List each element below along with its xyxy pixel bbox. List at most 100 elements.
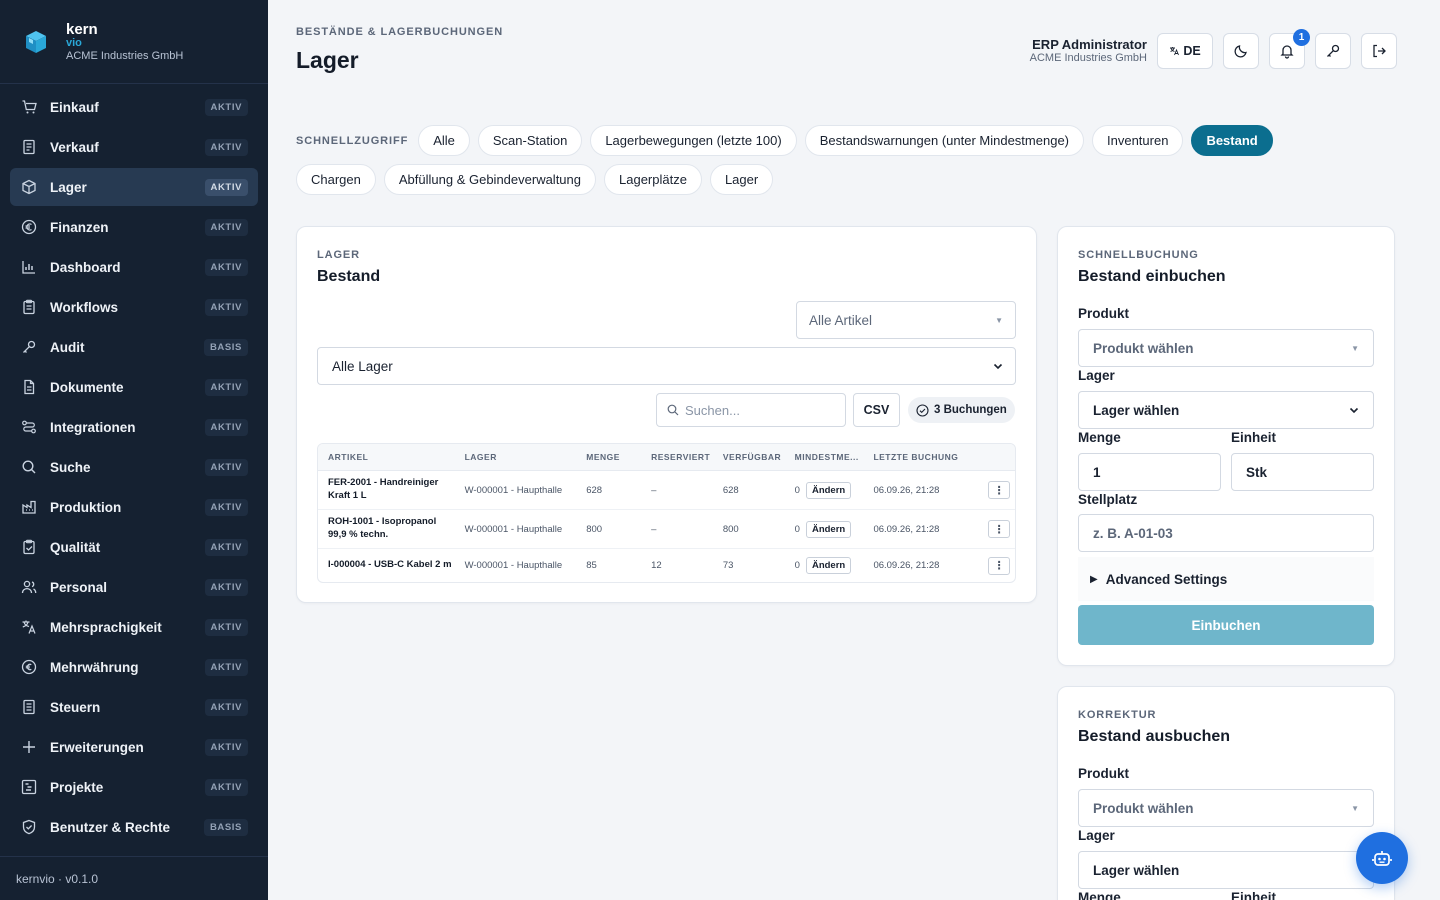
- warehouse-select[interactable]: Lager wählen: [1078, 391, 1374, 429]
- sidebar-item-produktion[interactable]: Produktion AKTIV: [10, 488, 258, 526]
- product-select[interactable]: Produkt wählen ▼: [1078, 789, 1374, 827]
- sidebar-item-label: Erweiterungen: [50, 739, 144, 755]
- status-badge: AKTIV: [204, 458, 248, 476]
- language-button[interactable]: DE: [1157, 33, 1213, 69]
- bookings-count-badge[interactable]: 3 Buchungen: [908, 397, 1015, 423]
- sidebar-item-mehrwährung[interactable]: Mehrwährung AKTIV: [10, 648, 258, 686]
- warehouse-select[interactable]: Lager wählen: [1078, 851, 1374, 889]
- csv-export-button[interactable]: CSV: [853, 393, 900, 427]
- chevron-down-icon: [993, 363, 1003, 370]
- sidebar-item-dokumente[interactable]: Dokumente AKTIV: [10, 368, 258, 406]
- table-row[interactable]: FER-2001 - Handreiniger Kraft 1 L W-00000…: [318, 471, 1015, 510]
- clipboard-icon: [20, 298, 38, 316]
- brand[interactable]: kern vio ACME Industries GmbH: [0, 0, 268, 84]
- column-header[interactable]: LAGER: [455, 452, 577, 462]
- quantity-input[interactable]: 1: [1078, 453, 1221, 491]
- sidebar-item-mehrsprachigkeit[interactable]: Mehrsprachigkeit AKTIV: [10, 608, 258, 646]
- quick-chip[interactable]: Lagerplätze: [604, 164, 702, 195]
- edit-min-button[interactable]: Ändern: [805, 481, 852, 499]
- column-header[interactable]: VERFÜGBAR: [713, 452, 785, 462]
- product-select[interactable]: Produkt wählen ▼: [1078, 329, 1374, 367]
- reserved-cell: 12: [651, 560, 662, 571]
- edit-min-button[interactable]: Ändern: [805, 557, 852, 574]
- sidebar-item-label: Lager: [50, 179, 87, 195]
- column-header[interactable]: LETZTE BUCHUNG: [863, 452, 978, 462]
- book-out-title: Bestand ausbuchen: [1078, 728, 1231, 745]
- column-header[interactable]: RESERVIERT: [641, 452, 713, 462]
- column-header[interactable]: MENGE: [576, 452, 641, 462]
- min-quantity-value: 0: [794, 560, 800, 571]
- sidebar-item-qualität[interactable]: Qualität AKTIV: [10, 528, 258, 566]
- kebab-menu-icon[interactable]: ⋮: [988, 520, 1011, 538]
- quick-chip[interactable]: Chargen: [296, 164, 376, 195]
- sidebar-item-label: Steuern: [50, 699, 101, 715]
- sidebar-item-finanzen[interactable]: Finanzen AKTIV: [10, 208, 258, 246]
- column-header[interactable]: MINDESTME...: [785, 452, 864, 462]
- sidebar-item-benutzer-rechte[interactable]: Benutzer & Rechte BASIS: [10, 808, 258, 846]
- edit-min-button[interactable]: Ändern: [805, 520, 852, 538]
- warehouse-cell: W-000001 - Haupthalle: [464, 484, 563, 496]
- sidebar-item-label: Workflows: [50, 299, 119, 315]
- table-row[interactable]: ROH-1001 - Isopropanol 99,9 % techn. W-00…: [318, 510, 1015, 549]
- brand-company: ACME Industries GmbH: [66, 49, 184, 62]
- quick-chip[interactable]: Bestand: [1191, 125, 1273, 156]
- version-footer: kernvio · v0.1.0: [0, 856, 268, 900]
- product-select-placeholder: Produkt wählen: [1093, 340, 1194, 356]
- caret-down-icon: ▼: [1351, 803, 1359, 813]
- status-badge: AKTIV: [204, 578, 248, 596]
- table-row[interactable]: I-000004 - USB-C Kabel 2 m W-000001 - Hau…: [318, 549, 1015, 582]
- sidebar-item-steuern[interactable]: Steuern AKTIV: [10, 688, 258, 726]
- quick-chip[interactable]: Lager: [709, 164, 774, 195]
- status-badge: AKTIV: [204, 178, 248, 196]
- quick-chip[interactable]: Scan-Station: [477, 125, 583, 156]
- theme-toggle-button[interactable]: [1223, 33, 1259, 69]
- sidebar-item-verkauf[interactable]: Verkauf AKTIV: [10, 128, 258, 166]
- brand-sub: vio: [66, 36, 82, 49]
- quick-chip[interactable]: Alle: [418, 125, 470, 156]
- article-filter-select[interactable]: Alle Artikel ▼: [796, 301, 1016, 339]
- clipboard-check-icon: [20, 538, 38, 556]
- assistant-fab-button[interactable]: [1356, 832, 1408, 884]
- status-badge: BASIS: [203, 338, 248, 356]
- sidebar-item-personal[interactable]: Personal AKTIV: [10, 568, 258, 606]
- sidebar-item-label: Benutzer & Rechte: [50, 819, 171, 835]
- translate-icon: [20, 618, 38, 636]
- sidebar-item-lager[interactable]: Lager AKTIV: [10, 168, 258, 206]
- sidebar-item-audit[interactable]: Audit BASIS: [10, 328, 258, 366]
- location-input[interactable]: z. B. A-01-03: [1078, 514, 1374, 552]
- unit-label: Einheit: [1231, 430, 1277, 445]
- article-filter-value: Alle Artikel: [809, 312, 873, 328]
- notifications-button[interactable]: 1: [1269, 29, 1310, 69]
- kebab-menu-icon[interactable]: ⋮: [988, 556, 1011, 575]
- search-input[interactable]: Suchen...: [656, 393, 846, 427]
- status-badge: AKTIV: [204, 378, 248, 396]
- sidebar-item-label: Audit: [50, 339, 85, 355]
- quick-chip[interactable]: Inventuren: [1092, 125, 1184, 156]
- kebab-menu-icon[interactable]: ⋮: [988, 481, 1011, 499]
- book-in-submit-button[interactable]: Einbuchen: [1078, 605, 1374, 645]
- column-header[interactable]: ARTIKEL: [318, 452, 455, 462]
- status-badge: AKTIV: [204, 98, 248, 116]
- advanced-settings-label: Advanced Settings: [1105, 571, 1228, 587]
- table-header: ARTIKEL LAGER MENGE RESERVIERT VERFÜGBAR MIND…: [318, 444, 1015, 471]
- location-label: Stellplatz: [1078, 492, 1138, 507]
- logout-button[interactable]: [1361, 33, 1397, 69]
- sidebar-item-integrationen[interactable]: Integrationen AKTIV: [10, 408, 258, 446]
- sidebar-item-einkauf[interactable]: Einkauf AKTIV: [10, 88, 258, 126]
- key-button[interactable]: [1315, 33, 1351, 69]
- search-icon: [667, 404, 679, 416]
- quick-chip[interactable]: Abfüllung & Gebindeverwaltung: [383, 164, 596, 195]
- quick-chip[interactable]: Bestandswarnungen (unter Mindestmenge): [804, 125, 1084, 156]
- warehouse-filter-select[interactable]: Alle Lager: [317, 347, 1016, 385]
- sidebar-item-erweiterungen[interactable]: Erweiterungen AKTIV: [10, 728, 258, 766]
- sidebar-item-workflows[interactable]: Workflows AKTIV: [10, 288, 258, 326]
- advanced-settings-toggle[interactable]: ▶ Advanced Settings: [1078, 557, 1374, 601]
- shield-icon: [20, 818, 38, 836]
- plus-icon: [20, 738, 38, 756]
- sidebar-item-dashboard[interactable]: Dashboard AKTIV: [10, 248, 258, 286]
- sidebar-item-suche[interactable]: Suche AKTIV: [10, 448, 258, 486]
- unit-input[interactable]: Stk: [1231, 453, 1374, 491]
- quick-chip[interactable]: Lagerbewegungen (letzte 100): [590, 125, 797, 156]
- available-cell: 73: [722, 560, 734, 571]
- sidebar-item-projekte[interactable]: Projekte AKTIV: [10, 768, 258, 806]
